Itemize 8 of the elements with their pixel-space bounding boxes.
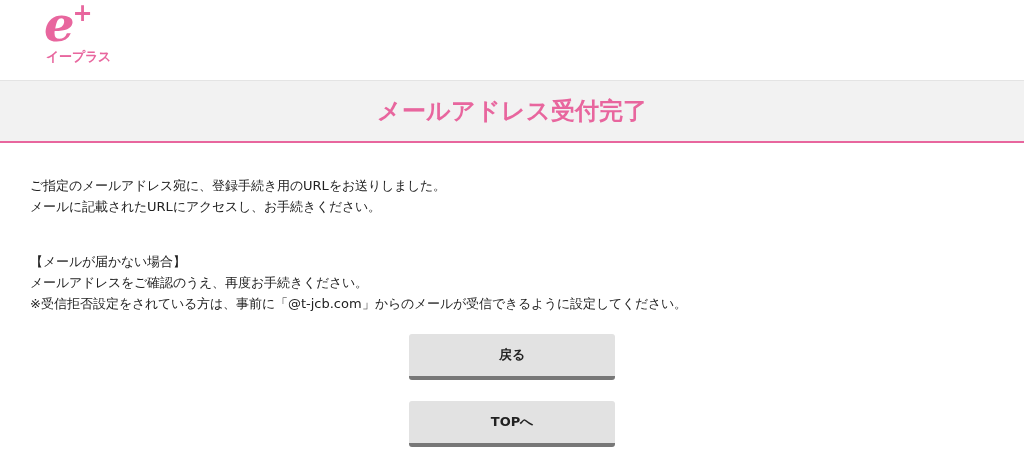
message-text: ご指定のメールアドレス宛に、登録手続き用のURLをお送りしました。 xyxy=(30,177,447,195)
message-text: 【メールが届かない場合】 xyxy=(30,253,187,271)
top-button[interactable]: TOPへ xyxy=(409,401,615,447)
back-button[interactable]: 戻る xyxy=(409,334,615,380)
message-text: ※受信拒否設定をされている方は、事前に「@t-jcb.com」からのメールが受信できるように設定してください。 xyxy=(30,295,688,313)
page-title: メールアドレス受付完了 xyxy=(377,96,647,127)
message-text: メールに記載されたURLにアクセスし、お手続きください。 xyxy=(30,198,382,216)
message-text: メールアドレスをご確認のうえ、再度お手続きください。 xyxy=(30,274,369,292)
